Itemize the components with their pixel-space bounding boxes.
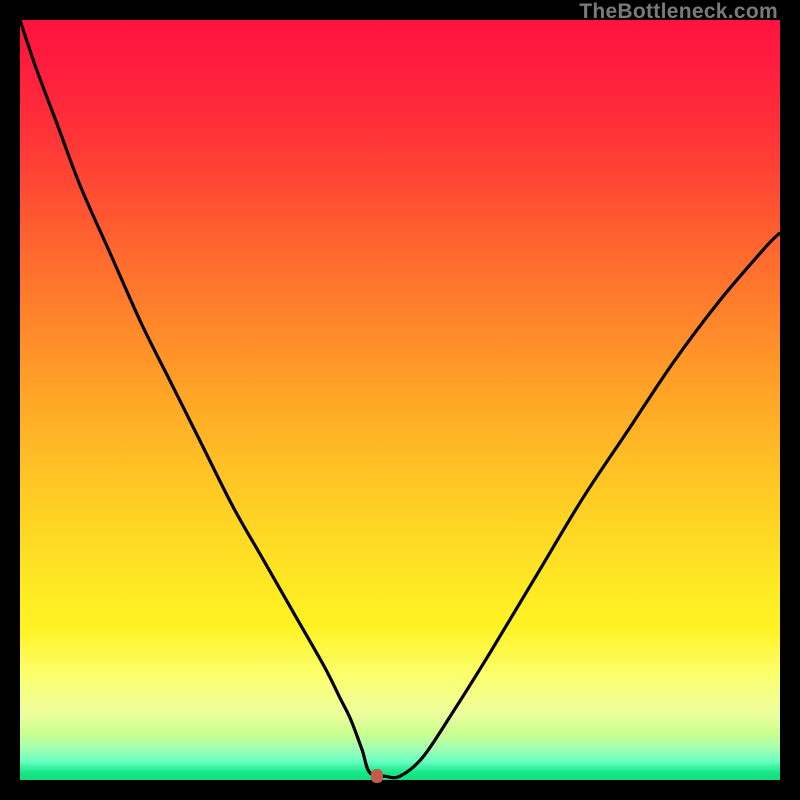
curve-path <box>20 20 780 778</box>
watermark-label: TheBottleneck.com <box>579 0 778 24</box>
optimum-marker <box>371 769 383 783</box>
bottleneck-curve <box>20 20 780 780</box>
chart-plot-area <box>20 20 780 780</box>
chart-frame: TheBottleneck.com <box>0 0 800 800</box>
